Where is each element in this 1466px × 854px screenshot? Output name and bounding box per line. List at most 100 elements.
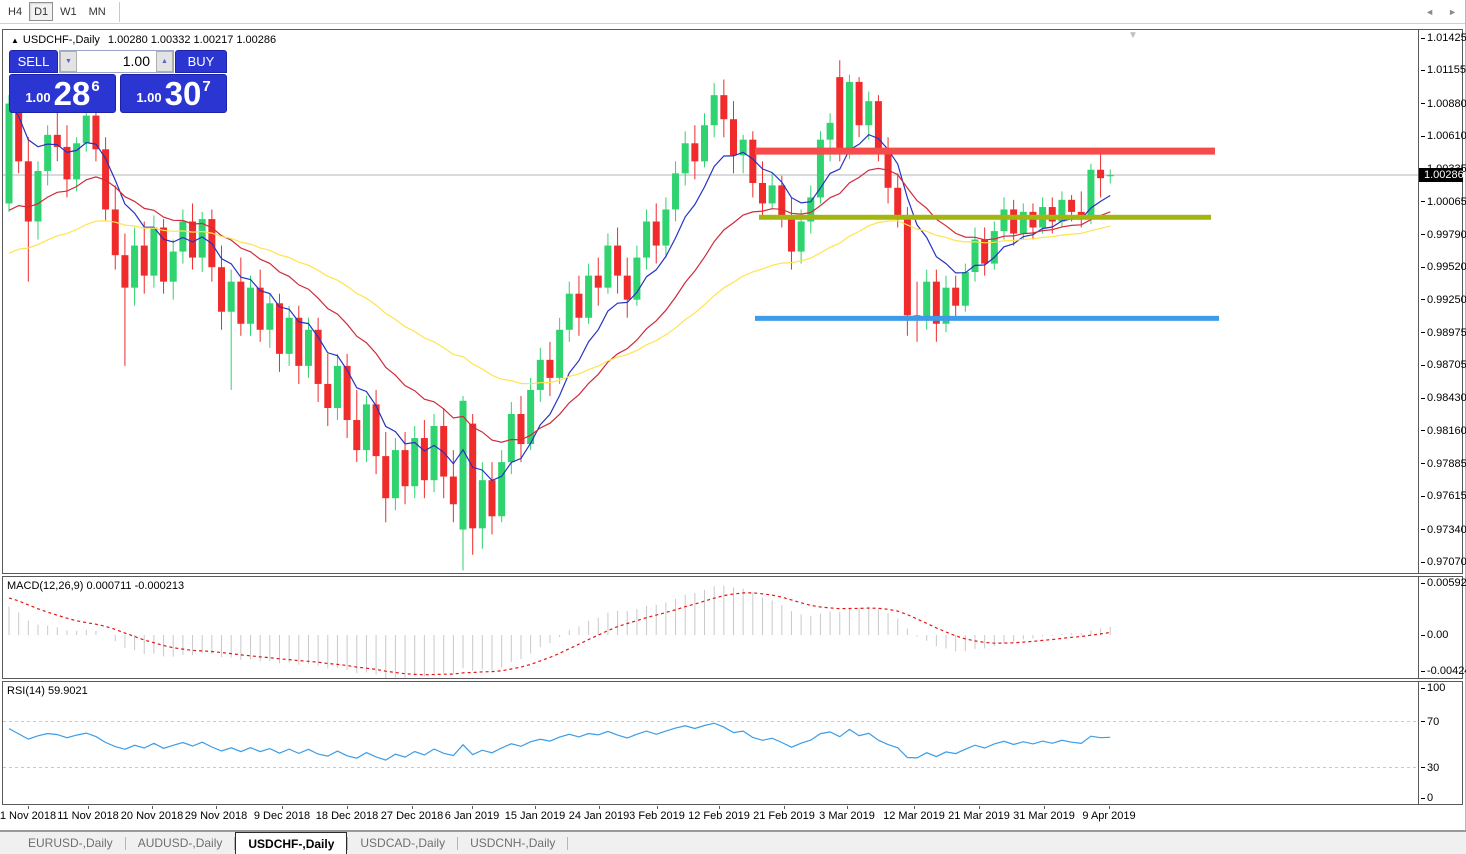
toolbar-separator [119, 2, 120, 22]
rsi-plot[interactable] [3, 682, 1418, 804]
price-tick-label: 0.98430 [1421, 392, 1466, 404]
price-chart-pane[interactable]: ▲ USDCHF-,Daily 1.00280 1.00332 1.00217 1.… [2, 29, 1463, 574]
timeframe-button-w1[interactable]: W1 [55, 2, 82, 21]
date-axis-label: 1 Nov 2018 [0, 810, 56, 822]
date-tick-mark [599, 806, 600, 809]
tab-usdchf[interactable]: USDCHF-,Daily [235, 832, 347, 854]
triangle-up-icon: ▲ [161, 58, 168, 65]
date-axis-label: 3 Feb 2019 [629, 810, 685, 822]
volume-decrease-button[interactable]: ▼ [60, 51, 77, 72]
collapse-triangle-icon[interactable]: ▲ [11, 36, 19, 45]
price-tick-label: 0.98160 [1421, 425, 1466, 437]
sell-price-pips: 28 [54, 77, 91, 111]
macd-tick-label: 0.005926 [1421, 577, 1466, 589]
one-click-trading-panel: SELL ▼ 1.00 ▲ BUY 1.00 286 1.00307 [9, 50, 227, 113]
chart-symbol-label: USDCHF-,Daily [23, 34, 100, 46]
date-tick-mark [88, 806, 89, 809]
sell-price-integer: 1.00 [25, 90, 50, 105]
volume-stepper: ▼ 1.00 ▲ [59, 50, 174, 73]
date-tick-mark [412, 806, 413, 809]
date-tick-mark [152, 806, 153, 809]
rsi-indicator-pane[interactable]: RSI(14) 59.9021 100 70 30 0 [2, 681, 1463, 805]
tab-scroll-controls: ◄ ► [1425, 0, 1457, 24]
date-tick-mark [347, 806, 348, 809]
date-tick-mark [784, 806, 785, 809]
macd-label: MACD(12,26,9) 0.000711 -0.000213 [7, 580, 184, 592]
tab-eurusd[interactable]: EURUSD-,Daily [16, 832, 125, 854]
date-axis-label: 24 Jan 2019 [569, 810, 630, 822]
date-axis[interactable]: 1 Nov 201811 Nov 201820 Nov 201829 Nov 2… [2, 806, 1419, 826]
date-tick-mark [472, 806, 473, 809]
price-tick-label: 1.01155 [1421, 64, 1466, 76]
price-tick-label: 0.97340 [1421, 524, 1466, 536]
date-axis-label: 31 Mar 2019 [1013, 810, 1075, 822]
price-tick-label: 1.00065 [1421, 196, 1466, 208]
date-axis-label: 9 Dec 2018 [254, 810, 310, 822]
date-tick-mark [282, 806, 283, 809]
sell-button[interactable]: SELL [9, 50, 58, 73]
sell-price-pipette: 6 [91, 78, 99, 95]
timeframe-button-mn[interactable]: MN [84, 2, 111, 21]
macd-axis[interactable]: 0.0059260.00-0.004241 [1418, 577, 1462, 678]
price-tick-label: 0.97885 [1421, 458, 1466, 470]
tab-usdcad[interactable]: USDCAD-,Daily [348, 832, 457, 854]
tab-separator [567, 837, 568, 850]
timeframe-toolbar: H4D1W1MN [0, 0, 1465, 24]
price-tick-label: 1.00610 [1421, 130, 1466, 142]
date-axis-label: 21 Mar 2019 [948, 810, 1010, 822]
date-axis-label: 3 Mar 2019 [819, 810, 875, 822]
date-axis-label: 6 Jan 2019 [445, 810, 499, 822]
buy-button[interactable]: BUY [175, 50, 227, 73]
date-axis-label: 18 Dec 2018 [316, 810, 378, 822]
price-tick-label: 0.97070 [1421, 556, 1466, 568]
price-tick-label: 0.97615 [1421, 490, 1466, 502]
volume-input[interactable]: 1.00 [77, 51, 156, 72]
buy-price-button[interactable]: 1.00307 [120, 74, 227, 113]
rsi-axis[interactable]: 100 70 30 0 [1418, 682, 1462, 804]
buy-price-integer: 1.00 [136, 90, 161, 105]
tab-scroll-right-icon[interactable]: ► [1448, 7, 1457, 17]
tab-usdcnh[interactable]: USDCNH-,Daily [458, 832, 567, 854]
chart-tab-bar: EURUSD-,DailyAUDUSD-,DailyUSDCHF-,DailyU… [0, 830, 1466, 854]
date-tick-mark [719, 806, 720, 809]
chart-shift-marker-icon[interactable]: ▼ [1128, 30, 1138, 41]
rsi-tick-label: 30 [1421, 762, 1439, 774]
buy-price-pipette: 7 [202, 78, 210, 95]
date-tick-mark [657, 806, 658, 809]
sell-price-button[interactable]: 1.00 286 [9, 74, 116, 113]
price-axis[interactable]: 1.014251.011551.008801.006101.003351.000… [1418, 30, 1462, 573]
macd-indicator-pane[interactable]: MACD(12,26,9) 0.000711 -0.000213 0.00592… [2, 576, 1463, 679]
price-tick-label: 1.01425 [1421, 32, 1466, 44]
mt4-terminal-window: H4D1W1MN ▲ USDCHF-,Daily 1.00280 1.00332 1… [0, 0, 1466, 854]
rsi-label: RSI(14) 59.9021 [7, 685, 88, 697]
rsi-tick-label: 100 [1421, 682, 1445, 694]
rsi-tick-label: 70 [1421, 716, 1439, 728]
timeframe-button-d1[interactable]: D1 [29, 2, 53, 21]
tab-scroll-left-icon[interactable]: ◄ [1425, 7, 1434, 17]
date-axis-label: 21 Feb 2019 [753, 810, 815, 822]
date-tick-mark [216, 806, 217, 809]
chart-ohlc-values: 1.00280 1.00332 1.00217 1.00286 [108, 34, 276, 46]
date-axis-label: 12 Feb 2019 [688, 810, 750, 822]
date-axis-label: 15 Jan 2019 [505, 810, 566, 822]
timeframe-button-h4[interactable]: H4 [3, 2, 27, 21]
date-tick-mark [914, 806, 915, 809]
date-axis-label: 11 Nov 2018 [57, 810, 119, 822]
volume-increase-button[interactable]: ▲ [156, 51, 173, 72]
date-axis-label: 12 Mar 2019 [883, 810, 945, 822]
macd-tick-label: 0.00 [1421, 629, 1448, 641]
chart-title: ▲ USDCHF-,Daily 1.00280 1.00332 1.00217 1.… [11, 34, 276, 46]
date-tick-mark [535, 806, 536, 809]
date-tick-mark [28, 806, 29, 809]
rsi-tick-label: 0 [1421, 792, 1433, 804]
tab-audusd[interactable]: AUDUSD-,Daily [126, 832, 235, 854]
date-axis-label: 9 Apr 2019 [1082, 810, 1135, 822]
macd-tick-label: -0.004241 [1421, 665, 1466, 677]
price-tick-label: 0.98705 [1421, 359, 1466, 371]
price-tick-label: 0.99790 [1421, 229, 1466, 241]
macd-plot[interactable] [3, 577, 1418, 678]
date-axis-label: 29 Nov 2018 [185, 810, 247, 822]
current-price-badge: 1.00286 [1419, 168, 1463, 182]
triangle-down-icon: ▼ [65, 58, 72, 65]
date-tick-mark [979, 806, 980, 809]
